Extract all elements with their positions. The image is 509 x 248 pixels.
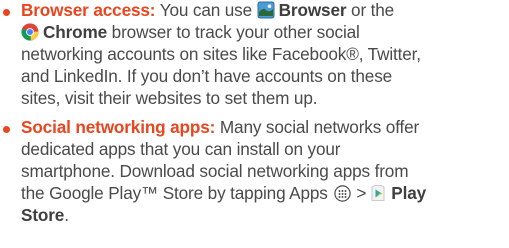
apps-grid-icon (334, 185, 352, 202)
text-line: the Google Play™ Store by tapping Apps >… (21, 182, 426, 204)
lead-heading: Social networking apps: (21, 117, 216, 137)
text-line: smartphone. Download social networking a… (21, 161, 409, 181)
play-store-label: Store (21, 205, 65, 225)
play-store-icon (371, 185, 385, 201)
text-line: Chrome browser to track your other socia… (21, 21, 360, 43)
play-store-label: Play (391, 183, 427, 203)
browser-globe-icon (257, 1, 275, 19)
text-line: and LinkedIn. If you don’t have accounts… (21, 66, 393, 86)
chrome-icon (21, 23, 39, 41)
browser-app-name: Browser (278, 0, 347, 20)
lead-heading: Browser access: (21, 0, 156, 20)
text-line: Browser access: You can use Browser or t… (21, 0, 394, 21)
document: Browser access: You can use Browser or t… (0, 0, 509, 248)
menu-separator: > (356, 183, 367, 203)
text-line: dedicated apps that you can install on y… (21, 139, 341, 159)
body-text: . (64, 205, 69, 225)
bullet-icon (3, 126, 10, 133)
chrome-app-name: Chrome (43, 22, 108, 42)
text-line: networking accounts on sites like Facebo… (21, 44, 421, 64)
body-text: the Google Play™ Store by tapping Apps (21, 183, 333, 203)
body-text: You can use (155, 0, 257, 20)
body-text: Many social networks offer (215, 117, 420, 137)
body-text: or the (346, 0, 395, 20)
text-line: Social networking apps: Many social netw… (21, 116, 419, 138)
text-line: sites, visit their websites to set them … (21, 88, 318, 108)
text-line: Store. (21, 204, 69, 226)
body-text: browser to track your other social (107, 22, 360, 42)
bullet-icon (3, 9, 10, 16)
